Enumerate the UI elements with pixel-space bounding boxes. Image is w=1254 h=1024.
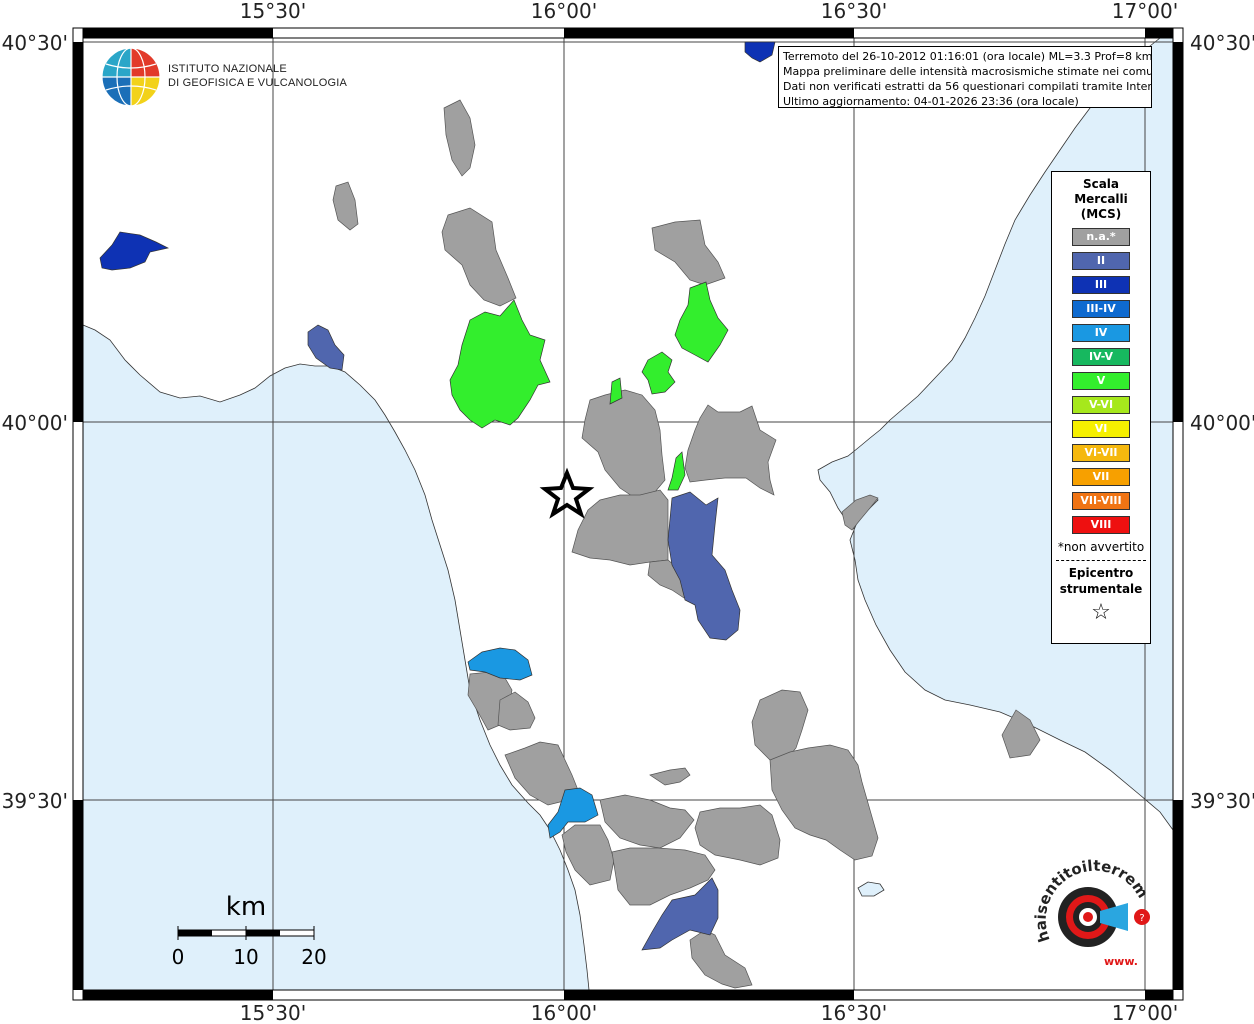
haisentito-logo-graphic: ? haisentitoilterremoto.it www. (1025, 841, 1152, 968)
event-info-line: Ultimo aggiornamento: 04-01-2026 23:36 (… (783, 95, 1079, 108)
legend-title-line: Mercalli (1074, 192, 1128, 206)
legend-item: V-VI (1072, 396, 1130, 414)
legend-items: n.a.* II III III-IV IV IV-V V V-VI VI VI-VII VII VI… (1052, 228, 1150, 534)
star-icon: ☆ (1091, 600, 1111, 625)
scale-tick: 10 (233, 945, 258, 969)
institute-line: DI GEOFISICA E VULCANOLOGIA (168, 77, 347, 89)
scale-tick: 20 (301, 945, 326, 969)
institute-line: ISTITUTO NAZIONALE (168, 63, 287, 75)
lat-label-left: 39°30' (2, 789, 68, 813)
legend-divider (1056, 560, 1146, 561)
event-info-line: Terremoto del 26-10-2012 01:16:01 (ora l… (783, 50, 1152, 63)
legend-item: III (1072, 276, 1130, 294)
haisentito-www: www. (1104, 955, 1138, 968)
lon-label-top: 16°30' (821, 0, 887, 23)
legend-title-line: Scala (1082, 177, 1120, 191)
lat-label-right: 40°00' (1190, 411, 1254, 435)
event-info-box: Terremoto del 26-10-2012 01:16:01 (ora l… (778, 46, 1152, 108)
lat-label-right: 39°30' (1190, 789, 1254, 813)
legend-item: IV-V (1072, 348, 1130, 366)
legend-item: V (1072, 372, 1130, 390)
lon-label-top: 16°00' (531, 0, 597, 23)
lon-label-top: 17°00' (1112, 0, 1178, 23)
lon-label-bottom: 16°30' (821, 1001, 887, 1024)
legend-item: IV (1072, 324, 1130, 342)
legend-item: VIII (1072, 516, 1130, 534)
lat-label-left: 40°30' (2, 31, 68, 55)
legend-title-line: (MCS) (1080, 207, 1122, 221)
lon-label-bottom: 16°00' (531, 1001, 597, 1024)
svg-text:?: ? (1139, 913, 1144, 924)
institute-name: ISTITUTO NAZIONALE DI GEOFISICA E VULCAN… (168, 62, 347, 90)
legend-item: VI (1072, 420, 1130, 438)
event-info-line: Dati non verificati estratti da 56 quest… (783, 80, 1152, 93)
lon-label-bottom: 17°00' (1112, 1001, 1178, 1024)
legend-item: VI-VII (1072, 444, 1130, 462)
legend-item: VII (1072, 468, 1130, 486)
haisentito-logo: ? haisentitoilterremoto.it www. (1025, 841, 1160, 979)
globe-icon (101, 47, 161, 107)
lon-label-bottom: 15°30' (240, 1001, 306, 1024)
event-info-line: Mappa preliminare delle intensità macros… (783, 65, 1152, 78)
lat-label-right: 40°30' (1190, 31, 1254, 55)
legend-epicentre-label: Epicentro strumentale (1052, 565, 1150, 597)
legend-epicentre-line: Epicentro (1068, 566, 1134, 580)
ingv-logo (100, 46, 162, 112)
lon-label-top: 15°30' (240, 0, 306, 23)
scale-tick: 0 (172, 945, 185, 969)
legend-epicentre-line: strumentale (1059, 582, 1143, 596)
legend-title: Scala Mercalli (MCS) (1052, 177, 1150, 222)
legend-item: III-IV (1072, 300, 1130, 318)
legend-item: II (1072, 252, 1130, 270)
legend-item: n.a.* (1072, 228, 1130, 246)
legend-note: *non avvertito (1057, 540, 1145, 554)
intensity-legend: Scala Mercalli (MCS) n.a.* II III III-IV IV I… (1051, 171, 1151, 644)
legend-item: VII-VIII (1072, 492, 1130, 510)
lat-label-left: 40°00' (2, 411, 68, 435)
scale-unit: km (226, 892, 266, 922)
